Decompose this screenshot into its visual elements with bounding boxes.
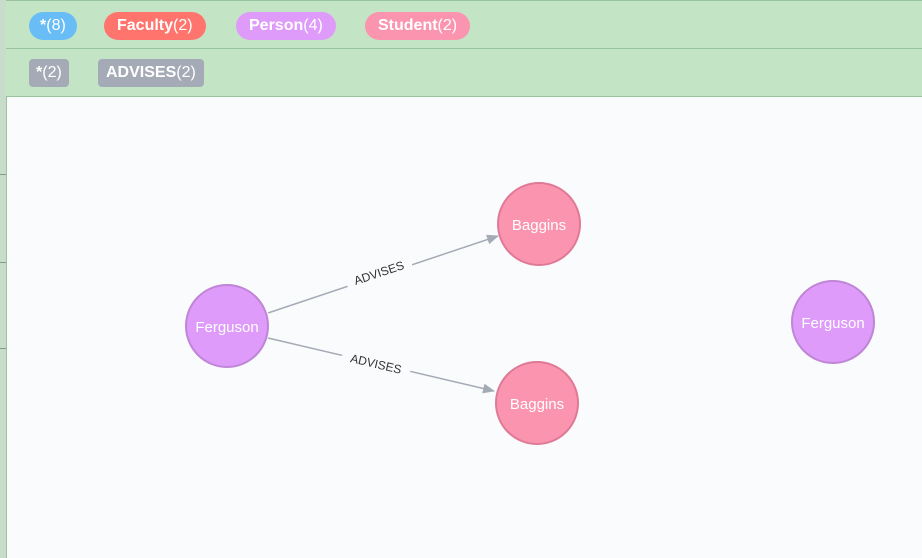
legend-label: Person <box>249 17 304 34</box>
node-caption: Ferguson <box>195 319 258 336</box>
node-student[interactable]: Baggins <box>495 361 579 445</box>
graph-canvas[interactable]: ADVISES ADVISES Ferguson Baggins Baggins… <box>6 97 922 558</box>
legend-all-relationships[interactable]: *(2) <box>29 59 69 87</box>
node-caption: Baggins <box>512 217 566 234</box>
node-student[interactable]: Baggins <box>497 182 581 266</box>
legend-label: ADVISES <box>106 64 177 81</box>
node-person[interactable]: Ferguson <box>185 284 269 368</box>
legend-label: Faculty <box>117 17 174 34</box>
relationship-types-legend: *(2) ADVISES(2) <box>6 49 922 97</box>
legend-count: (2) <box>173 17 193 34</box>
legend-count: (4) <box>303 17 323 34</box>
legend-count: (2) <box>176 64 196 81</box>
legend-faculty[interactable]: Faculty(2) <box>104 12 206 40</box>
node-caption: Ferguson <box>801 315 864 332</box>
legend-count: (2) <box>42 64 62 81</box>
relationship-label: ADVISES <box>352 258 406 288</box>
legend-person[interactable]: Person(4) <box>236 12 336 40</box>
relationship-advises[interactable]: ADVISES <box>267 337 495 394</box>
legend-all-nodes[interactable]: *(8) <box>29 12 77 40</box>
legend-count: (8) <box>46 17 66 34</box>
legend-advises[interactable]: ADVISES(2) <box>98 59 204 87</box>
legend-count: (2) <box>437 17 458 34</box>
legend-student[interactable]: Student(2) <box>365 12 471 40</box>
node-person[interactable]: Ferguson <box>791 280 875 364</box>
legend-label: Student <box>378 17 438 34</box>
relationship-advises[interactable]: ADVISES <box>267 234 499 314</box>
node-labels-legend: *(8) Faculty(2) Person(4) Student(2) <box>6 0 922 49</box>
node-caption: Baggins <box>510 396 564 413</box>
